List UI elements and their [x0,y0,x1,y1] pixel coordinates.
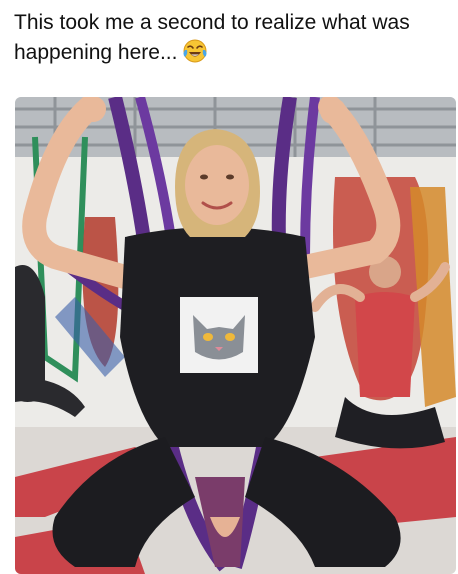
caption-text: This took me a second to realize what wa… [14,11,410,64]
post-caption: This took me a second to realize what wa… [14,8,446,68]
aerial-yoga-photo [15,97,456,574]
photo-scene [15,97,456,574]
shirt-cat-print [180,297,258,373]
woman-face [185,145,249,225]
face-with-tears-of-joy-icon [183,39,207,63]
